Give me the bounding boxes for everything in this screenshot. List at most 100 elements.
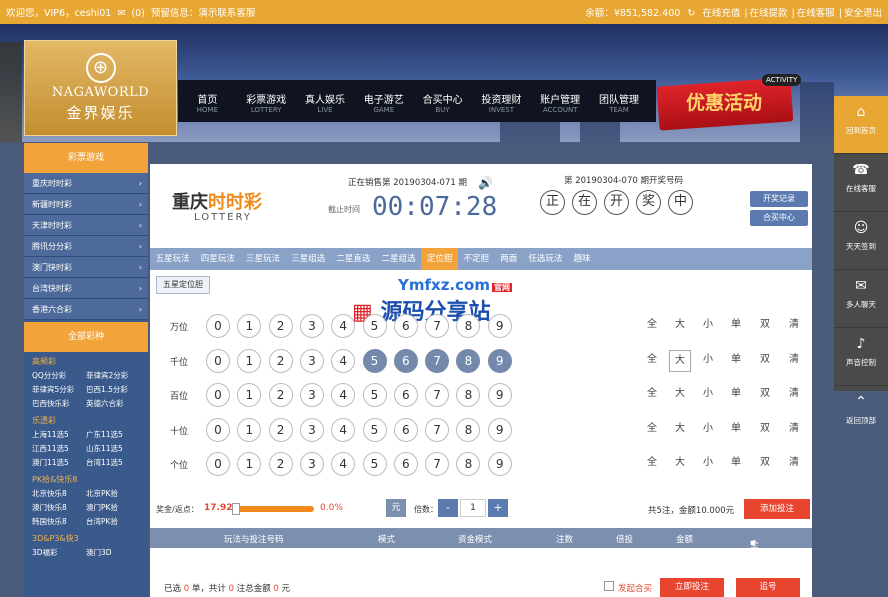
quick-select-option[interactable]: 双	[754, 315, 776, 337]
number-ball[interactable]: 6	[393, 383, 418, 407]
refresh-icon[interactable]: ↻	[687, 8, 695, 19]
quick-select-option[interactable]: 全	[641, 315, 663, 337]
quick-select-option[interactable]: 单	[725, 453, 747, 475]
quick-select-option[interactable]: 清	[783, 315, 805, 337]
quick-select-option[interactable]: 全	[641, 384, 663, 406]
unit-button[interactable]: 元	[386, 499, 406, 517]
number-ball[interactable]: 4	[331, 314, 356, 338]
rightbar-signin[interactable]: ☺ 天天签到	[834, 212, 888, 270]
sidebar-item[interactable]: 澳门快时彩 ›	[24, 257, 148, 278]
group-link[interactable]: 澳门快乐8	[32, 501, 86, 515]
joint-label[interactable]: 发起合买	[618, 582, 652, 594]
submit-bet-button[interactable]: 立即投注	[660, 578, 724, 597]
tab-play[interactable]: 三星玩法	[240, 248, 285, 270]
nav-lottery[interactable]: 彩票游戏 LOTTERY	[237, 80, 296, 122]
number-ball[interactable]: 1	[237, 383, 262, 407]
number-ball[interactable]: 2	[268, 314, 293, 338]
group-link[interactable]: 菲律宾5分彩	[32, 383, 86, 397]
chase-button[interactable]: 追号	[736, 578, 800, 597]
number-ball[interactable]: 4	[331, 349, 356, 373]
slider-handle[interactable]	[232, 503, 240, 515]
quick-select-option[interactable]: 小	[697, 350, 719, 372]
quick-select-option[interactable]: 单	[725, 315, 747, 337]
rebate-slider[interactable]	[232, 503, 314, 515]
number-ball[interactable]: 6	[393, 452, 418, 476]
group-link[interactable]: 菲律宾2分彩	[86, 369, 140, 383]
number-ball[interactable]: 9	[487, 349, 512, 373]
subtab-five-star[interactable]: 五星定位胆	[156, 276, 210, 294]
rightbar-top[interactable]: ⌃ 返回顶部	[834, 386, 888, 444]
quick-select-option[interactable]: 大	[669, 453, 691, 475]
group-link[interactable]: 江西11选5	[32, 442, 86, 456]
joint-checkbox[interactable]	[604, 581, 614, 591]
tab-play[interactable]: 二星组选	[376, 248, 421, 270]
number-ball[interactable]: 7	[425, 452, 450, 476]
rightbar-sound[interactable]: ♪ 声音控制	[834, 328, 888, 386]
number-ball[interactable]: 8	[456, 418, 481, 442]
group-link[interactable]: 巴西1.5分彩	[86, 383, 140, 397]
group-link[interactable]: 澳门3D	[86, 546, 140, 560]
quick-select-option[interactable]: 大	[669, 419, 691, 441]
quick-select-option[interactable]: 小	[697, 315, 719, 337]
number-ball[interactable]: 0	[206, 349, 230, 373]
number-ball[interactable]: 7	[425, 314, 450, 338]
number-ball[interactable]: 5	[362, 383, 387, 407]
nav-account[interactable]: 账户管理 ACCOUNT	[531, 80, 590, 122]
number-ball[interactable]: 9	[487, 418, 512, 442]
quick-select-option[interactable]: 大	[669, 315, 691, 337]
multiple-minus-button[interactable]: -	[438, 499, 458, 517]
sidebar-item[interactable]: 台湾快时彩 ›	[24, 278, 148, 299]
number-ball[interactable]: 3	[299, 452, 324, 476]
link-logout[interactable]: 安全退出	[844, 8, 882, 19]
number-ball[interactable]: 2	[268, 452, 293, 476]
add-bet-button[interactable]: 添加投注	[744, 499, 810, 519]
nav-team[interactable]: 团队管理 TEAM	[590, 80, 649, 122]
quick-select-option[interactable]: 清	[783, 384, 805, 406]
tab-play[interactable]: 五星玩法	[150, 248, 195, 270]
number-ball[interactable]: 3	[299, 349, 324, 373]
group-link[interactable]: 澳门PK拾	[86, 501, 140, 515]
quick-select-option[interactable]: 小	[697, 453, 719, 475]
quick-select-option[interactable]: 单	[725, 384, 747, 406]
tab-play[interactable]: 二星直选	[331, 248, 376, 270]
group-link[interactable]: 北京快乐8	[32, 487, 86, 501]
number-ball[interactable]: 5	[362, 314, 387, 338]
number-ball[interactable]: 8	[456, 349, 481, 373]
quick-select-option[interactable]: 全	[641, 419, 663, 441]
number-ball[interactable]: 5	[362, 349, 387, 373]
number-ball[interactable]: 8	[456, 314, 481, 338]
mail-icon[interactable]: ✉	[117, 8, 125, 19]
number-ball[interactable]: 1	[237, 314, 262, 338]
number-ball[interactable]: 0	[206, 452, 230, 476]
number-ball[interactable]: 1	[237, 452, 262, 476]
promo-activity[interactable]: 优惠活动 ACTIVITY	[652, 64, 802, 146]
nav-buy[interactable]: 合买中心 BUY	[413, 80, 472, 122]
rightbar-home[interactable]: ⌂ 回到首页	[834, 96, 888, 154]
number-ball[interactable]: 5	[362, 452, 387, 476]
multiple-plus-button[interactable]: +	[488, 499, 508, 517]
group-link[interactable]: 北京PK拾	[86, 487, 140, 501]
number-ball[interactable]: 4	[331, 418, 356, 442]
quick-select-option[interactable]: 全	[641, 350, 663, 372]
number-ball[interactable]: 6	[393, 418, 418, 442]
number-ball[interactable]: 3	[299, 383, 324, 407]
number-ball[interactable]: 1	[237, 349, 262, 373]
sidebar-item[interactable]: 腾讯分分彩 ›	[24, 236, 148, 257]
link-deposit[interactable]: 在线充值	[702, 8, 740, 19]
link-withdraw[interactable]: 在线提款	[750, 8, 788, 19]
number-ball[interactable]: 5	[362, 418, 387, 442]
quick-select-option[interactable]: 清	[783, 453, 805, 475]
sidebar-item[interactable]: 新疆时时彩 ›	[24, 194, 148, 215]
sidebar-item[interactable]: 天津时时彩 ›	[24, 215, 148, 236]
group-link[interactable]: 巴西快乐彩	[32, 397, 86, 411]
quick-select-option[interactable]: 全	[641, 453, 663, 475]
quick-select-option[interactable]: 小	[697, 384, 719, 406]
nav-game[interactable]: 电子游艺 GAME	[354, 80, 413, 122]
number-ball[interactable]: 9	[487, 383, 512, 407]
quick-select-option[interactable]: 单	[725, 419, 747, 441]
number-ball[interactable]: 0	[206, 418, 230, 442]
number-ball[interactable]: 2	[268, 349, 293, 373]
group-link[interactable]: 韩国快乐8	[32, 515, 86, 529]
number-ball[interactable]: 7	[425, 383, 450, 407]
nav-invest[interactable]: 投资理财 INVEST	[472, 80, 531, 122]
